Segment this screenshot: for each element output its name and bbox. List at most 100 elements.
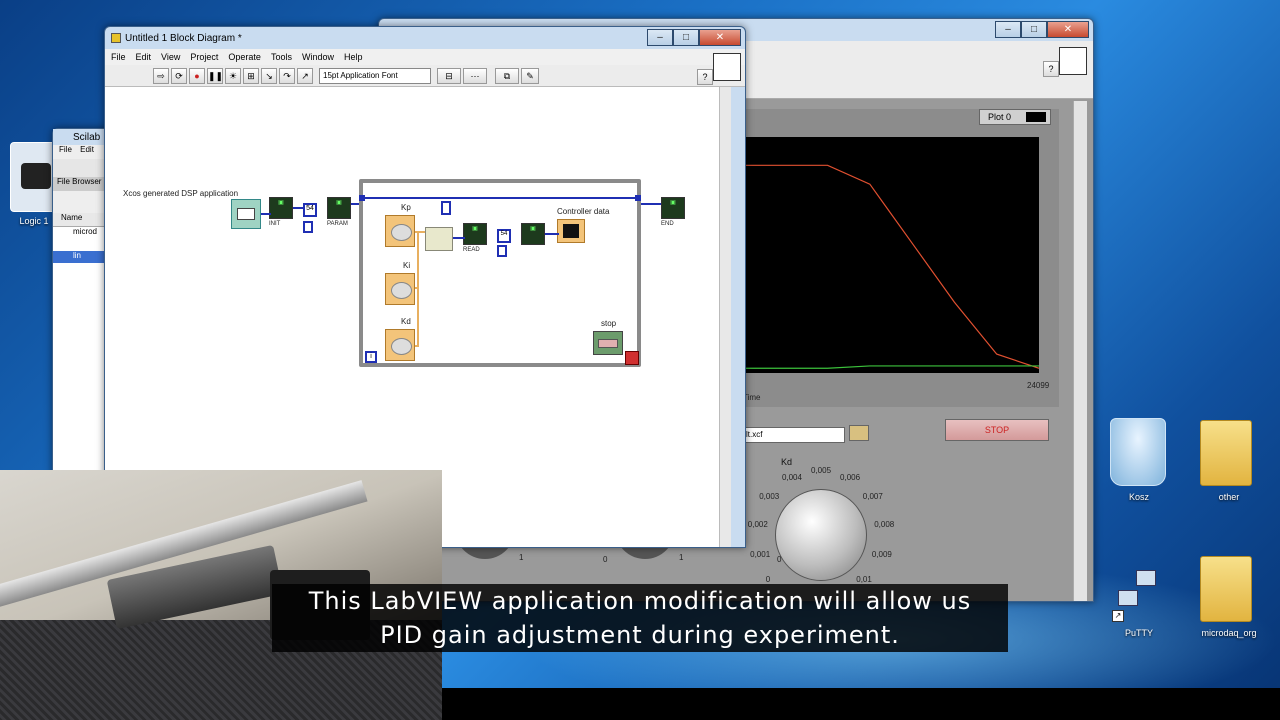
scilab-menu-file[interactable]: File — [59, 145, 72, 154]
context-help-icon[interactable]: ? — [1043, 61, 1059, 77]
scilab-read2-block[interactable]: ▣ — [521, 223, 545, 245]
block-diagram-menubar: File Edit View Project Operate Tools Window Hel… — [105, 49, 745, 65]
putty-label: PuTTY — [1124, 628, 1153, 638]
other-folder-icon[interactable] — [1200, 420, 1252, 486]
file-item-1[interactable]: microd — [53, 227, 111, 239]
controller-label: Controller data — [557, 207, 610, 216]
subtitle-line-2: PID gain adjustment during experiment. — [272, 618, 1008, 652]
microdaq-folder-label: microdaq_org — [1201, 628, 1257, 638]
kd-tick-2: 0,002 — [747, 519, 768, 529]
controller-chart-terminal[interactable] — [557, 219, 585, 243]
cleanup-icon[interactable]: ✎ — [521, 67, 539, 84]
kp-knob-terminal[interactable] — [385, 215, 415, 247]
highlight-execution-icon[interactable]: ☀ — [225, 67, 241, 84]
waveform-svg — [743, 164, 1040, 369]
menu-help[interactable]: Help — [344, 52, 363, 62]
putty-icon[interactable]: ↗ — [1112, 570, 1160, 622]
bd-minimize-button[interactable]: – — [647, 29, 673, 46]
file-item-3[interactable]: lin — [53, 251, 111, 263]
menu-view[interactable]: View — [161, 52, 180, 62]
front-panel-caption-buttons: – □ ✕ — [995, 21, 1089, 38]
bd-scrollbar[interactable] — [719, 87, 731, 547]
stop-terminal-inner — [598, 339, 618, 348]
wire-6 — [641, 203, 661, 205]
run-continuous-icon[interactable]: ⟳ — [171, 67, 187, 84]
kd-tick-6: 0,006 — [840, 472, 861, 482]
scilab-menu: File Edit — [53, 145, 111, 159]
scilab-titlebar[interactable]: Scilab — [53, 129, 111, 145]
stop-button[interactable]: STOP — [945, 419, 1049, 441]
init-block[interactable] — [231, 199, 261, 229]
distribute-icon[interactable]: ⋯ — [463, 67, 487, 84]
menu-operate[interactable]: Operate — [228, 52, 261, 62]
wire-4 — [453, 237, 465, 239]
vi-icon — [1059, 47, 1087, 75]
wire-1 — [261, 213, 271, 215]
minimize-button[interactable]: – — [995, 21, 1021, 38]
abort-icon[interactable]: ● — [189, 67, 205, 84]
scilab-read-block[interactable]: ▣ — [463, 223, 487, 245]
numeric-constant-1[interactable]: 54 — [303, 203, 317, 217]
bd-vi-icon — [713, 53, 741, 81]
bd-close-button[interactable]: ✕ — [699, 29, 741, 46]
recycle-bin-icon[interactable] — [1110, 418, 1166, 486]
numeric-constant-2[interactable] — [303, 221, 313, 233]
series-line-1 — [743, 365, 1039, 369]
plot-legend: Plot 0 — [979, 109, 1051, 125]
block-diagram-title: Untitled 1 Block Diagram * — [125, 32, 242, 44]
ki-knob-terminal[interactable] — [385, 273, 415, 305]
menu-tools[interactable]: Tools — [271, 52, 292, 62]
numeric-constant-5[interactable] — [497, 245, 507, 257]
other-folder-label: other — [1218, 492, 1240, 502]
scilab-init-block[interactable]: ▣ — [269, 197, 293, 219]
kd-knob[interactable] — [775, 489, 867, 581]
taskbar-strip — [442, 688, 1280, 720]
wire-loop-top — [365, 197, 635, 199]
subtitle-line-1: This LabVIEW application modification wi… — [272, 584, 1008, 618]
close-button[interactable]: ✕ — [1047, 21, 1089, 38]
menu-window[interactable]: Window — [302, 52, 334, 62]
step-into-icon[interactable]: ↘ — [261, 67, 277, 84]
front-panel-scrollbar[interactable] — [1073, 101, 1087, 601]
kd-tick-8: 0,008 — [874, 519, 895, 529]
file-browser-toolbar — [53, 191, 111, 213]
font-select[interactable]: 15pt Application Font — [319, 67, 431, 84]
x-axis-end-label: 24099 — [1027, 381, 1050, 390]
loop-condition-terminal[interactable] — [625, 351, 639, 365]
run-arrow-icon[interactable]: ⇨ — [153, 67, 169, 84]
menu-project[interactable]: Project — [190, 52, 218, 62]
wire-2 — [293, 207, 305, 209]
align-icon[interactable]: ⊟ — [437, 67, 461, 84]
maximize-button[interactable]: □ — [1021, 21, 1047, 38]
loop-tunnel-right — [635, 195, 641, 201]
scilab-end-block[interactable]: ▣ — [661, 197, 685, 219]
numeric-constant-3[interactable] — [441, 201, 451, 215]
stop-terminal[interactable] — [593, 331, 623, 355]
browse-folder-icon[interactable] — [849, 425, 869, 441]
pause-icon[interactable]: ❚❚ — [207, 67, 223, 84]
kd-knob-label: Kd — [781, 457, 793, 467]
menu-file[interactable]: File — [111, 52, 126, 62]
kd-tick-7: 0,007 — [862, 492, 883, 502]
scilab-menu-edit[interactable]: Edit — [80, 145, 94, 154]
bd-maximize-button[interactable]: □ — [673, 29, 699, 46]
kd-tick-9: 0,009 — [871, 549, 892, 559]
scilab-param-block[interactable]: ▣ — [327, 197, 351, 219]
build-array-block[interactable] — [425, 227, 453, 251]
path-field[interactable]: lt.xcf — [741, 427, 845, 443]
numeric-constant-4[interactable]: 54 — [497, 229, 511, 243]
microdaq-folder-icon[interactable] — [1200, 556, 1252, 622]
file-item-2[interactable] — [53, 239, 111, 251]
scilab-init-label: INIT — [269, 221, 281, 227]
kd-knob-terminal[interactable] — [385, 329, 415, 361]
step-over-icon[interactable]: ↷ — [279, 67, 295, 84]
menu-edit[interactable]: Edit — [136, 52, 152, 62]
left-dial-tick-2: 0 — [603, 555, 608, 564]
retain-wire-icon[interactable]: ⊞ — [243, 67, 259, 84]
step-out-icon[interactable]: ↗ — [297, 67, 313, 84]
left-dial-tick-4: 0 — [777, 555, 782, 564]
waveform-chart[interactable] — [743, 137, 1040, 373]
scilab-window[interactable]: Scilab File Edit File Browser Name micro… — [52, 128, 112, 478]
bd-context-help-icon[interactable]: ? — [697, 69, 713, 85]
reorder-icon[interactable]: ⧉ — [495, 67, 519, 84]
